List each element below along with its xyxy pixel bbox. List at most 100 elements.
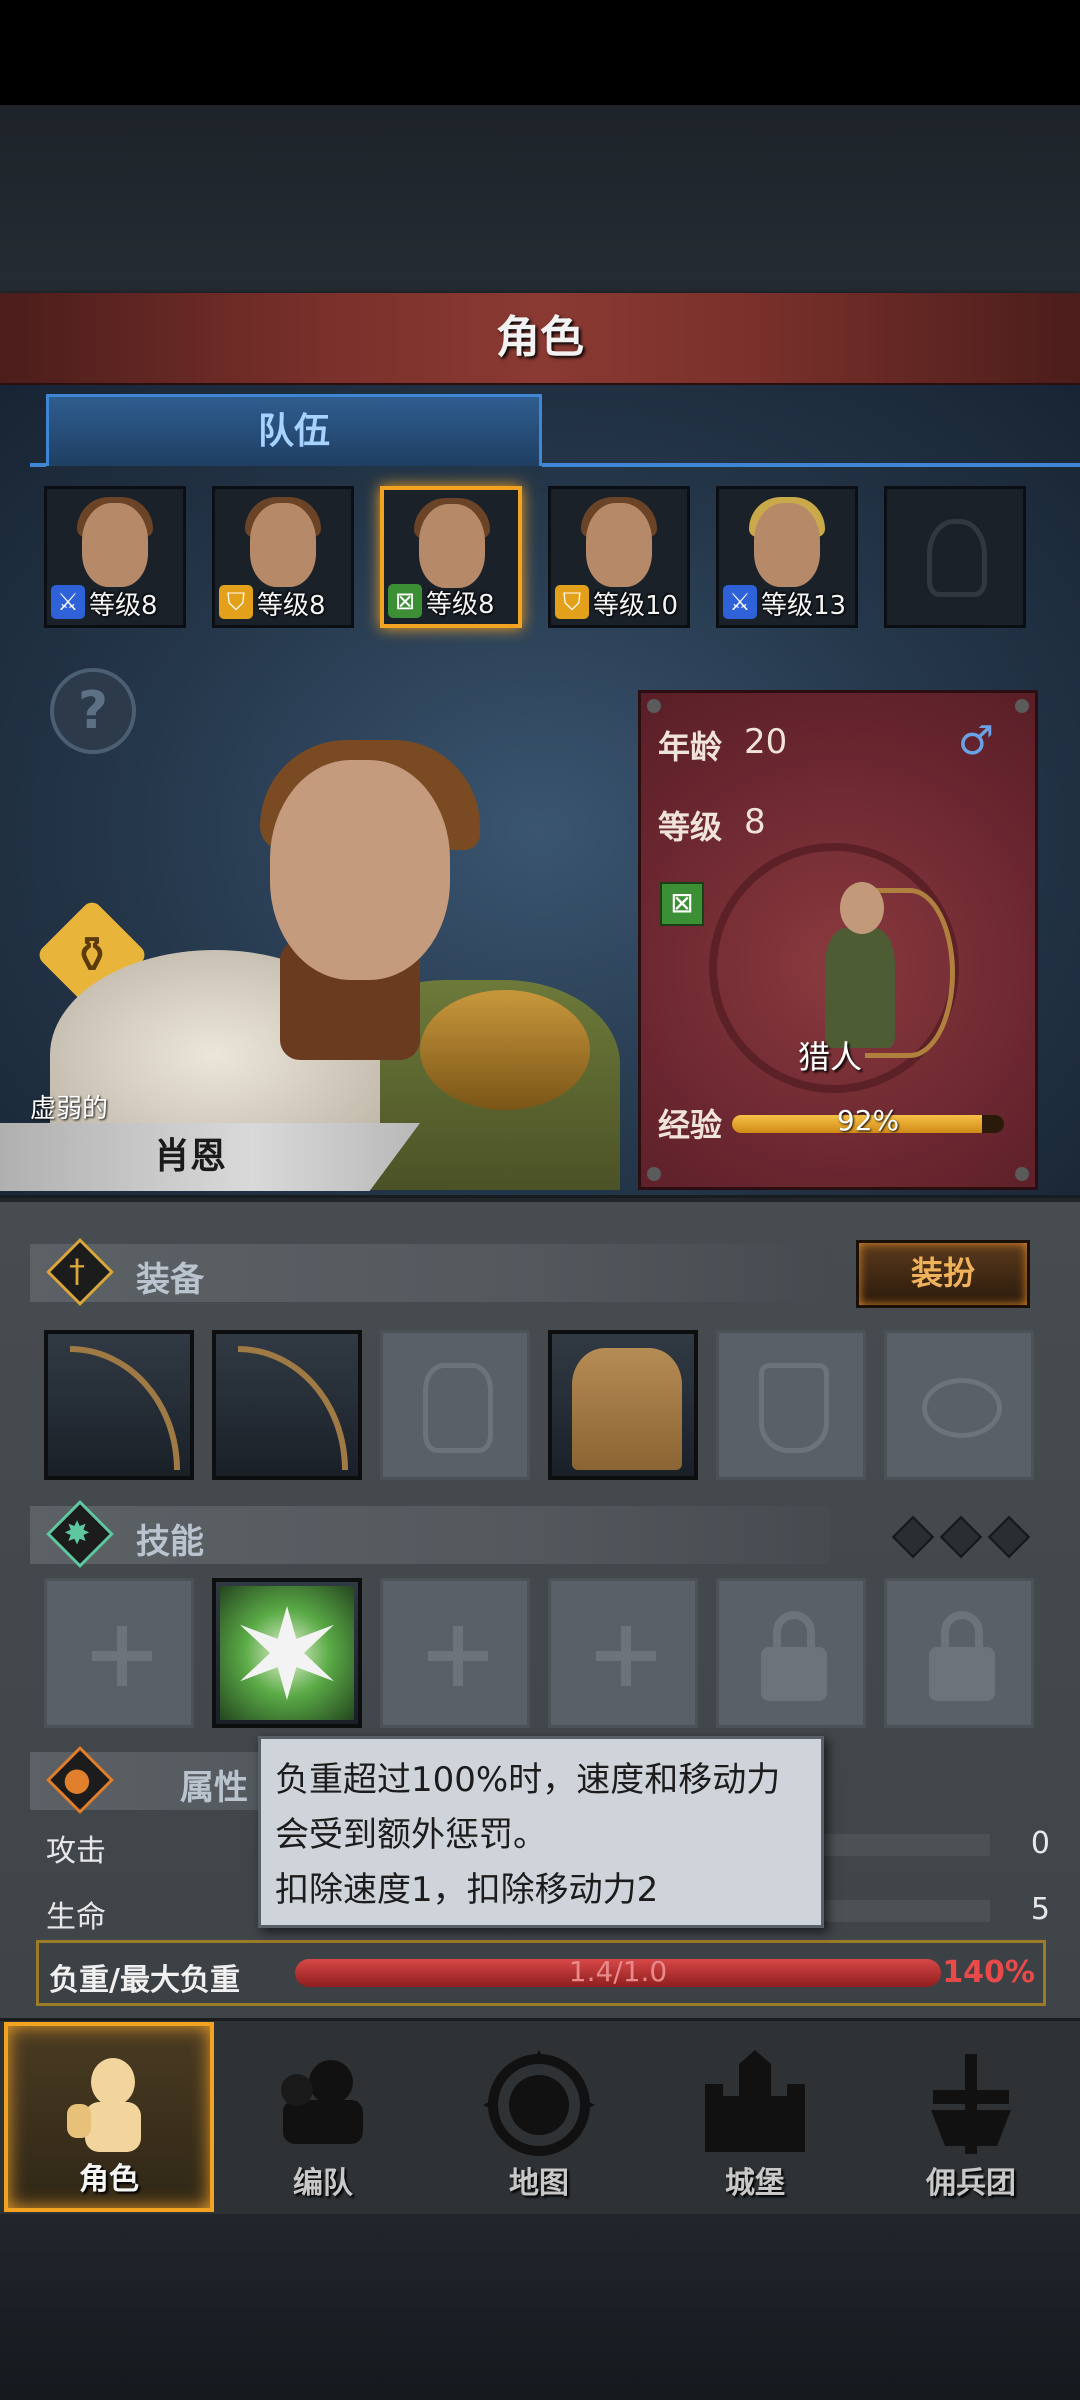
dagger-icon: †: [69, 1252, 85, 1290]
dress-button[interactable]: 装扮: [856, 1240, 1030, 1308]
skill-slot-4[interactable]: [548, 1578, 698, 1728]
bottom-background: [0, 2214, 1080, 2400]
lock-icon: [761, 1611, 827, 1701]
nav-label: 城堡: [725, 2166, 785, 2201]
nav-label: 佣兵团: [926, 2166, 1016, 2201]
nav-mercenary[interactable]: 佣兵团: [866, 2022, 1076, 2212]
nav-map[interactable]: 地图: [434, 2022, 644, 2212]
skill-points-indicator: [880, 1515, 1031, 1559]
skill-slot-1[interactable]: [44, 1578, 194, 1728]
load-tooltip: 负重超过100%时，速度和移动力 会受到额外惩罚。 扣除速度1，扣除移动力2: [258, 1736, 824, 1928]
xp-label: 经验: [658, 1106, 723, 1144]
tab-underline-left: [30, 463, 46, 467]
portrait-face: [754, 503, 820, 587]
skill-slot-locked-1[interactable]: [716, 1578, 866, 1728]
cross-icon: [596, 1626, 656, 1686]
gem-icon: [939, 1515, 983, 1559]
portrait-face: [82, 503, 148, 587]
load-label: 负重/最大负重: [49, 1963, 240, 1998]
class-name: 猎人: [797, 1038, 862, 1076]
nav-label: 编队: [293, 2166, 353, 2201]
gem-icon: [891, 1515, 935, 1559]
shield-icon: ⛉: [219, 585, 253, 619]
attribute-value: 0: [1030, 1826, 1050, 1861]
portrait-face: [586, 503, 652, 587]
page-title: 角色: [496, 312, 584, 363]
portrait-face: [419, 504, 485, 588]
level-label: 等级8: [257, 591, 326, 621]
helmet-placeholder-icon: [927, 519, 987, 597]
equipment-slot-armor[interactable]: [548, 1330, 698, 1480]
skill-slot-locked-2[interactable]: [884, 1578, 1034, 1728]
attributes-section-icon: ●: [46, 1746, 114, 1814]
tab-team[interactable]: 队伍: [46, 394, 542, 466]
level-label: 等级13: [761, 591, 847, 621]
nav-character[interactable]: 角色: [4, 2022, 214, 2212]
level-label: 等级10: [593, 591, 679, 621]
ring-icon: [922, 1378, 1002, 1438]
bow-icon: ⊠: [388, 584, 422, 618]
nav-label: 角色: [79, 2162, 139, 2197]
team-member-4[interactable]: ⛉ 等级10: [548, 486, 690, 628]
cross-icon: [428, 1626, 488, 1686]
skill-slot-2[interactable]: [212, 1578, 362, 1728]
sword-icon: ⚔: [51, 585, 85, 619]
team-member-2[interactable]: ⛉ 等级8: [212, 486, 354, 628]
attributes-title: 属性: [180, 1768, 248, 1808]
load-bar-text: 1.4/1.0: [568, 1955, 668, 1988]
tooltip-line: 扣除速度1，扣除移动力2: [275, 1870, 659, 1910]
mercenary-icon: [931, 2054, 1011, 2154]
equipment-slot-ring[interactable]: [884, 1330, 1034, 1480]
equipment-slot-weapon[interactable]: [44, 1330, 194, 1480]
male-icon: ♂: [958, 718, 994, 764]
team-member-3-selected[interactable]: ⊠ 等级8: [380, 486, 522, 628]
skills-section-icon: ✸: [46, 1500, 114, 1568]
attribute-value: 5: [1030, 1892, 1050, 1927]
attribute-label: 生命: [46, 1900, 106, 1935]
shirt-icon: [572, 1348, 682, 1470]
equipment-slot-helmet[interactable]: [380, 1330, 530, 1480]
nav-castle[interactable]: 城堡: [650, 2022, 860, 2212]
tooltip-line: 负重超过100%时，速度和移动力: [275, 1760, 781, 1800]
star-icon: ✸: [63, 1514, 91, 1552]
age-value: 20: [744, 722, 788, 762]
top-background: [0, 105, 1080, 295]
xp-text: 92%: [836, 1104, 900, 1137]
bow-icon: [70, 1346, 180, 1470]
team-slot-empty[interactable]: [884, 486, 1026, 628]
lock-icon: [929, 1611, 995, 1701]
team-member-1[interactable]: ⚔ 等级8: [44, 486, 186, 628]
tab-underline: [542, 463, 1080, 467]
tooltip-line: 会受到额外惩罚。: [275, 1815, 547, 1855]
helmet-icon: [423, 1363, 493, 1453]
status-area: [0, 0, 1080, 105]
cross-icon: [92, 1626, 152, 1686]
shield-icon: ⛉: [555, 585, 589, 619]
hero-status: 虚弱的: [30, 1094, 109, 1124]
compass-icon: [483, 2050, 595, 2156]
skill-slot-3[interactable]: [380, 1578, 530, 1728]
team-member-5[interactable]: ⚔ 等级13: [716, 486, 858, 628]
equipment-slot-boots[interactable]: [716, 1330, 866, 1480]
castle-icon: [705, 2050, 805, 2152]
formation-icon: [281, 2060, 363, 2144]
hero-portrait: [30, 720, 650, 1190]
hero-name[interactable]: 肖恩: [0, 1123, 380, 1191]
attribute-label: 攻击: [46, 1834, 106, 1869]
nav-formation[interactable]: 编队: [218, 2022, 428, 2212]
nav-label: 地图: [509, 2166, 569, 2201]
knight-icon: [67, 2058, 141, 2152]
bow-class-icon: ⊠: [660, 882, 704, 926]
portrait-face: [250, 503, 316, 587]
equipment-section-icon: †: [46, 1238, 114, 1306]
equipment-slot-offhand[interactable]: [212, 1330, 362, 1480]
arrow-burst-skill-icon: [220, 1586, 354, 1720]
sword-icon: ⚔: [723, 585, 757, 619]
load-row[interactable]: 负重/最大负重 1.4/1.0 140%: [36, 1940, 1046, 2006]
level-label: 等级: [658, 808, 723, 846]
bow-icon: [238, 1346, 348, 1470]
gem-icon: [987, 1515, 1031, 1559]
equipment-title: 装备: [136, 1260, 204, 1300]
person-icon: ●: [63, 1760, 91, 1798]
age-label: 年龄: [658, 728, 723, 766]
